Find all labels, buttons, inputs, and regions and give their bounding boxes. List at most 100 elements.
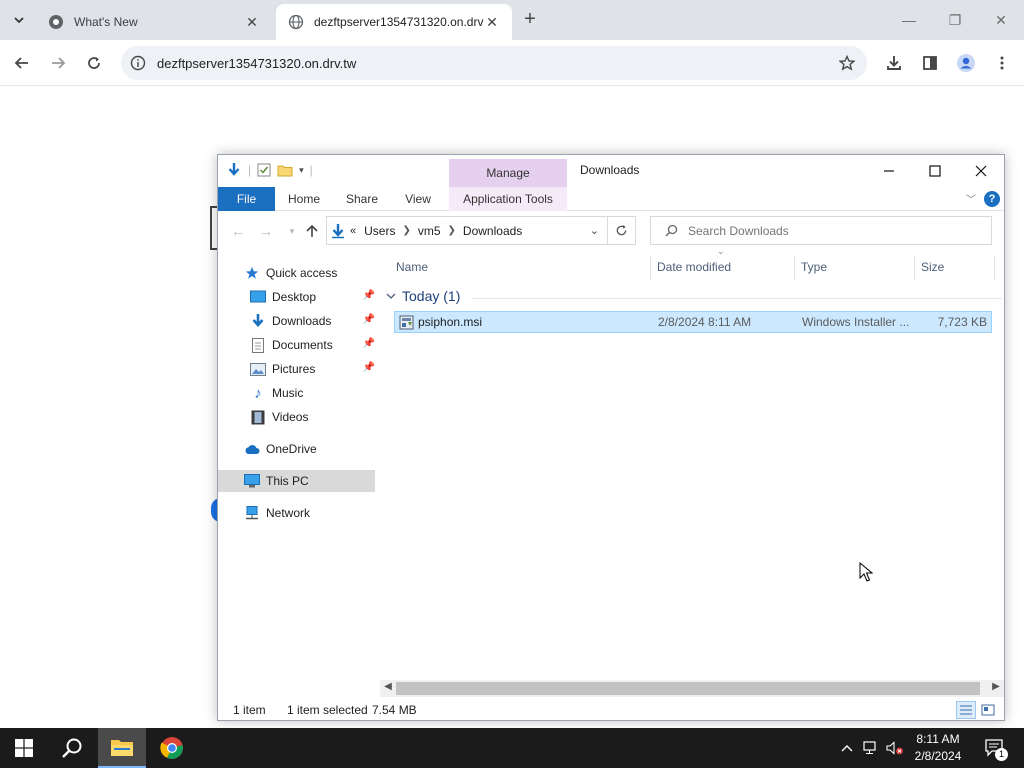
nav-label: Documents (272, 338, 333, 352)
nav-onedrive[interactable]: OneDrive (218, 438, 375, 460)
address-dropdown-icon[interactable]: ⌄ (590, 224, 599, 237)
column-header-size[interactable]: Size (921, 260, 944, 274)
ribbon-tab-file[interactable]: File (218, 187, 275, 211)
column-separator[interactable] (994, 256, 995, 280)
file-name[interactable]: psiphon.msi (418, 315, 482, 329)
scroll-left-icon[interactable]: ◀ (381, 681, 395, 692)
volume-muted-icon[interactable] (884, 728, 906, 768)
nav-quick-access[interactable]: Quick access (218, 262, 375, 284)
status-bar: 1 item 1 item selected 7.54 MB (218, 699, 1004, 720)
chevron-down-icon (14, 17, 24, 24)
breadcrumb-users[interactable]: Users (364, 224, 395, 238)
search-input[interactable] (688, 223, 968, 238)
side-panel-button[interactable] (916, 49, 944, 77)
network-status-icon[interactable] (860, 728, 882, 768)
column-separator[interactable] (794, 256, 795, 280)
help-icon[interactable]: ? (984, 191, 1000, 207)
nav-item-videos[interactable]: Videos (218, 406, 375, 428)
show-hidden-icons[interactable] (836, 728, 858, 768)
file-list-pane: Name Date modified ⌄ Type Size Today (1)… (380, 246, 1004, 678)
pin-icon[interactable]: 📌 (363, 338, 375, 349)
taskbar-chrome[interactable] (148, 728, 196, 768)
explorer-minimize-button[interactable] (866, 157, 912, 185)
recent-locations-icon[interactable]: ▾ (282, 221, 302, 241)
menu-button[interactable] (988, 49, 1016, 77)
scroll-right-icon[interactable]: ▶ (989, 681, 1003, 692)
forward-button[interactable] (44, 49, 72, 77)
scrollbar-thumb[interactable] (396, 682, 980, 695)
minimize-button[interactable]: — (886, 6, 932, 34)
address-bar[interactable]: dezftpserver1354731320.on.drv.tw (121, 46, 867, 80)
ribbon-tab-view[interactable]: View (394, 187, 442, 211)
taskbar-clock[interactable]: 8:11 AM 2/8/2024 (910, 731, 966, 765)
back-button[interactable] (8, 49, 36, 77)
tab-close-icon[interactable]: ✕ (484, 14, 500, 31)
new-tab-button[interactable]: + (518, 8, 542, 32)
start-button[interactable] (0, 728, 48, 768)
column-separator[interactable] (914, 256, 915, 280)
explorer-maximize-button[interactable] (912, 157, 958, 185)
ribbon-expand-icon[interactable]: ﹀ (966, 191, 976, 206)
ribbon-tab-home[interactable]: Home (278, 187, 330, 211)
restore-button[interactable]: ❐ (932, 6, 978, 34)
pin-icon[interactable]: 📌 (363, 362, 375, 373)
close-button[interactable]: ✕ (978, 6, 1024, 34)
column-separator[interactable] (650, 256, 651, 280)
nav-item-desktop[interactable]: Desktop 📌 (218, 286, 375, 308)
group-header-today[interactable]: Today (1) (386, 288, 1002, 304)
pin-icon[interactable]: 📌 (363, 290, 375, 301)
tab-title: dezftpserver1354731320.on.drv (314, 15, 484, 29)
downloads-button[interactable] (880, 49, 908, 77)
column-header-type[interactable]: Type (801, 260, 827, 274)
reload-button[interactable] (80, 49, 108, 77)
tab-whats-new[interactable]: What's New ✕ (36, 4, 272, 40)
large-icons-view-button[interactable] (978, 701, 998, 719)
nav-label: This PC (266, 474, 309, 488)
nav-network[interactable]: Network (218, 502, 375, 524)
taskbar-search-button[interactable] (48, 728, 96, 768)
breadcrumb-chevron-icon[interactable]: ❯ (448, 225, 456, 236)
properties-icon[interactable] (257, 163, 271, 177)
status-item-count: 1 item (233, 703, 266, 717)
horizontal-scrollbar[interactable]: ◀ ▶ (380, 680, 1004, 697)
browser-tabstrip: What's New ✕ dezftpserver1354731320.on.d… (0, 0, 1024, 40)
nav-item-downloads[interactable]: Downloads 📌 (218, 310, 375, 332)
qat-customize-icon[interactable]: ▾ (299, 165, 304, 176)
tab-ftpserver[interactable]: dezftpserver1354731320.on.drv ✕ (276, 4, 512, 40)
file-row-psiphon[interactable]: psiphon.msi 2/8/2024 8:11 AM Windows Ins… (394, 311, 992, 333)
nav-item-documents[interactable]: Documents 📌 (218, 334, 375, 356)
arrow-right-icon (52, 57, 66, 69)
nav-item-pictures[interactable]: Pictures 📌 (218, 358, 375, 380)
search-box[interactable] (650, 216, 992, 245)
column-header-name[interactable]: Name (396, 260, 428, 274)
tab-close-icon[interactable]: ✕ (244, 14, 260, 31)
profile-button[interactable] (952, 49, 980, 77)
site-info-icon[interactable] (121, 55, 155, 71)
up-button[interactable] (302, 221, 322, 241)
explorer-close-button[interactable] (958, 157, 1004, 185)
download-arrow-icon[interactable] (226, 162, 242, 178)
details-view-button[interactable] (956, 701, 976, 719)
explorer-address-bar[interactable]: « Users ❯ vm5 ❯ Downloads ⌄ (326, 216, 608, 245)
manage-tab[interactable]: Manage (449, 159, 567, 187)
explorer-back-button[interactable]: ← (228, 221, 248, 241)
column-header-date-modified[interactable]: Date modified (657, 260, 731, 274)
nav-item-music[interactable]: ♪ Music (218, 382, 375, 404)
breadcrumb-chevron-icon[interactable]: ❯ (402, 225, 410, 236)
url-text[interactable]: dezftpserver1354731320.on.drv.tw (155, 56, 827, 71)
taskbar-file-explorer[interactable] (98, 728, 146, 768)
explorer-forward-button[interactable]: → (256, 221, 276, 241)
bookmark-star-icon[interactable] (827, 55, 867, 71)
refresh-button[interactable] (608, 216, 636, 245)
ribbon-tab-share[interactable]: Share (336, 187, 388, 211)
breadcrumb-overflow[interactable]: « (350, 225, 356, 237)
breadcrumb-vm5[interactable]: vm5 (418, 224, 441, 238)
tab-search-button[interactable] (6, 7, 32, 33)
breadcrumb-downloads[interactable]: Downloads (463, 224, 522, 238)
notification-center-button[interactable]: 1 (982, 728, 1008, 768)
nav-this-pc[interactable]: This PC (218, 470, 375, 492)
pin-icon[interactable]: 📌 (363, 314, 375, 325)
refresh-icon (616, 224, 627, 236)
new-folder-icon[interactable] (277, 163, 293, 177)
ribbon-tab-application-tools[interactable]: Application Tools (449, 187, 567, 211)
